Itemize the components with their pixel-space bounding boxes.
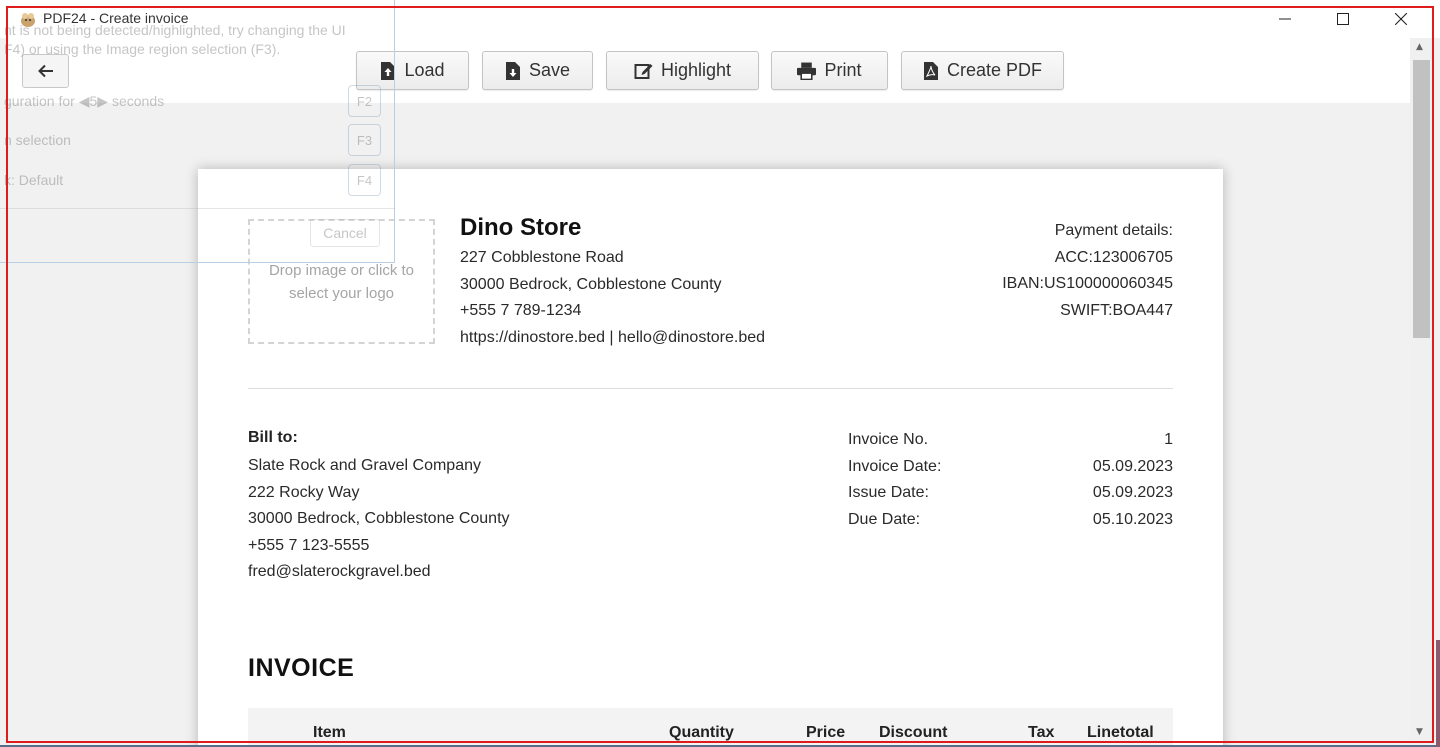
invoice-number-label: Invoice No. — [848, 431, 929, 448]
bill-to-name[interactable]: Slate Rock and Gravel Company — [248, 453, 510, 480]
invoice-date-label: Invoice Date: — [848, 457, 942, 475]
bill-to-address1[interactable]: 222 Rocky Way — [248, 480, 510, 507]
highlight-label: Highlight — [660, 60, 732, 80]
minimize-icon — [1279, 18, 1291, 20]
invoice-heading[interactable]: INVOICE — [248, 654, 354, 683]
maximize-icon — [1337, 13, 1349, 25]
toolbar: Load Save Highlight Print Create PDF — [8, 38, 1410, 103]
invoice-meta: Invoice No. 1 Invoice Date: 05.09.2023 I… — [848, 427, 1173, 533]
save-button[interactable]: Save — [482, 51, 593, 90]
create-pdf-button[interactable]: Create PDF — [901, 51, 1064, 90]
bill-to-phone[interactable]: +555 7 123-5555 — [248, 533, 510, 560]
save-label: Save — [528, 60, 571, 80]
bill-to-title[interactable]: Bill to: — [248, 429, 298, 447]
invoice-date-row: Invoice Date: 05.09.2023 — [848, 454, 1173, 481]
back-button[interactable] — [22, 54, 69, 88]
payment-details: Payment details: ACC:123006705 IBAN:US10… — [1002, 218, 1173, 324]
create-pdf-label: Create PDF — [946, 60, 1043, 80]
print-label: Print — [824, 60, 862, 80]
minimize-button[interactable] — [1262, 4, 1308, 34]
window-title: PDF24 - Create invoice — [43, 10, 189, 26]
due-date-label: Due Date: — [848, 510, 921, 528]
invoice-date-value[interactable]: 05.09.2023 — [1093, 454, 1173, 481]
due-date-value[interactable]: 05.10.2023 — [1093, 507, 1173, 534]
scroll-down-icon[interactable]: ▼ — [1416, 727, 1423, 737]
store-address1[interactable]: 227 Cobblestone Road — [460, 245, 765, 272]
issue-date-row: Issue Date: 05.09.2023 — [848, 480, 1173, 507]
invoice-page: Drop image or click to select your logo … — [198, 169, 1223, 747]
highlight-button[interactable]: Highlight — [606, 51, 759, 90]
title-bar: PDF24 - Create invoice — [0, 0, 1440, 38]
store-details: 227 Cobblestone Road 30000 Bedrock, Cobb… — [460, 245, 765, 351]
arrow-left-icon — [37, 64, 53, 78]
load-label: Load — [404, 60, 445, 80]
invoice-number-row: Invoice No. 1 — [848, 427, 1173, 454]
logo-dropzone-label: Drop image or click to select your logo — [268, 261, 415, 302]
close-icon — [1395, 13, 1407, 25]
payment-swift[interactable]: SWIFT:BOA447 — [1002, 298, 1173, 325]
file-upload-icon — [381, 61, 396, 80]
pdf24-app-icon — [21, 13, 35, 27]
store-name[interactable]: Dino Store — [460, 214, 581, 242]
print-button[interactable]: Print — [771, 51, 888, 90]
file-download-icon — [505, 61, 520, 80]
ghost-default-line: k: Default — [4, 172, 64, 188]
app-window: PDF24 - Create invoice Load Save Highlig… — [0, 0, 1440, 747]
maximize-button[interactable] — [1320, 4, 1366, 34]
col-price: Price — [806, 724, 846, 741]
load-button[interactable]: Load — [356, 51, 469, 90]
due-date-row: Due Date: 05.10.2023 — [848, 507, 1173, 534]
store-phone[interactable]: +555 7 789-1234 — [460, 298, 765, 325]
col-tax: Tax — [1028, 724, 1055, 741]
col-quantity: Quantity — [669, 724, 734, 741]
payment-title[interactable]: Payment details: — [1002, 218, 1173, 245]
ghost-selection-line: n selection — [4, 132, 71, 148]
payment-iban[interactable]: IBAN:US100000060345 — [1002, 271, 1173, 298]
close-button[interactable] — [1378, 4, 1424, 34]
col-item: Item — [313, 724, 346, 741]
bill-to-email[interactable]: fred@slaterockgravel.bed — [248, 559, 510, 586]
issue-date-value[interactable]: 05.09.2023 — [1093, 480, 1173, 507]
desktop-side-strip — [1436, 640, 1440, 747]
vertical-scrollbar[interactable]: ▲ ▼ — [1410, 38, 1434, 743]
ghost-key-f3: F3 — [348, 124, 381, 156]
invoice-number-value[interactable]: 1 — [1164, 427, 1173, 454]
scroll-up-icon[interactable]: ▲ — [1416, 42, 1423, 52]
scroll-thumb[interactable] — [1413, 60, 1430, 338]
bill-to-address2[interactable]: 30000 Bedrock, Cobblestone County — [248, 506, 510, 533]
payment-acc[interactable]: ACC:123006705 — [1002, 245, 1173, 272]
logo-dropzone[interactable]: Drop image or click to select your logo — [248, 219, 435, 344]
store-web-email[interactable]: https://dinostore.bed | hello@dinostore.… — [460, 325, 765, 352]
edit-icon — [634, 63, 653, 79]
col-linetotal: Linetotal — [1087, 724, 1154, 741]
header-divider — [248, 388, 1173, 389]
store-address2[interactable]: 30000 Bedrock, Cobblestone County — [460, 272, 765, 299]
pdf-file-icon — [923, 61, 938, 80]
bill-to-details: Slate Rock and Gravel Company 222 Rocky … — [248, 453, 510, 586]
print-icon — [797, 62, 817, 80]
col-discount: Discount — [879, 724, 948, 741]
issue-date-label: Issue Date: — [848, 484, 929, 501]
items-table-header: Item Quantity Price Discount Tax Linetot… — [248, 708, 1173, 747]
